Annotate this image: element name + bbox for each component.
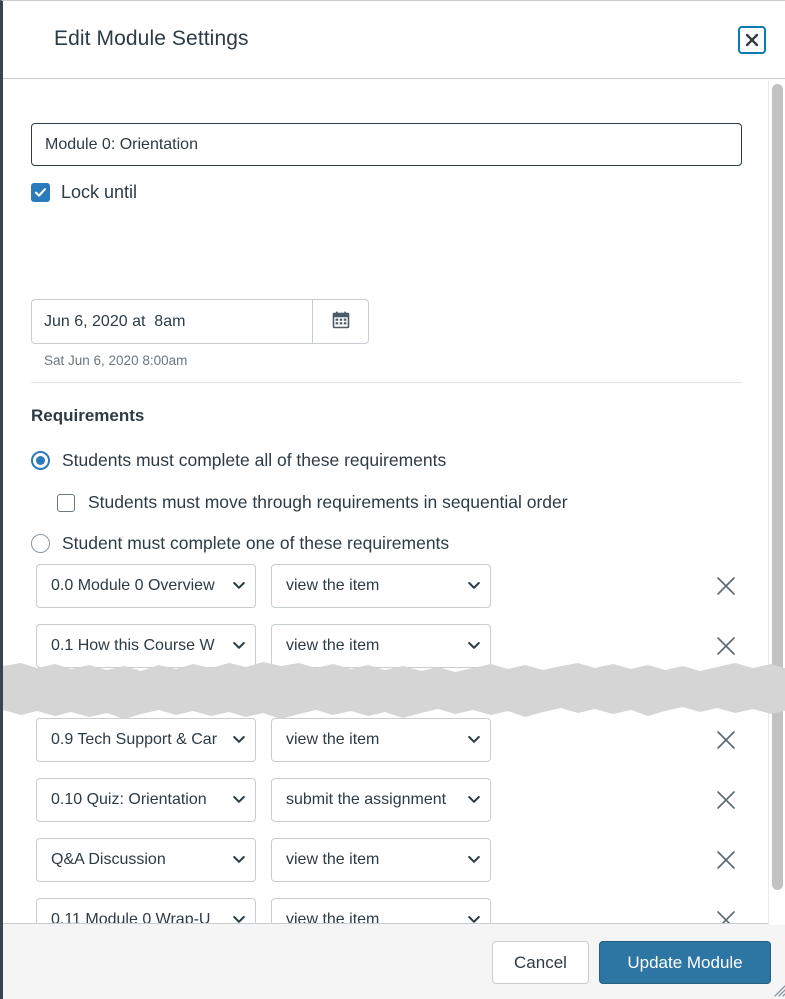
edit-module-settings-dialog: Edit Module Settings Lock until bbox=[0, 0, 785, 999]
requirement-type-value: view the item bbox=[286, 637, 380, 654]
remove-requirement-button[interactable] bbox=[711, 906, 741, 924]
close-button[interactable] bbox=[738, 26, 766, 54]
remove-requirement-button[interactable] bbox=[711, 632, 741, 662]
requirement-row: 0.0 Module 0 Overview view the item bbox=[3, 564, 785, 612]
sequential-order-label: Students must move through requirements … bbox=[88, 492, 568, 512]
requirement-item-select[interactable]: 0.1 How this Course W bbox=[36, 624, 256, 668]
close-x-icon bbox=[714, 788, 738, 815]
requirement-type-select[interactable]: submit the assignment bbox=[271, 778, 491, 822]
requirement-type-value: submit the assignment bbox=[286, 791, 447, 808]
chevron-down-icon bbox=[233, 637, 245, 655]
requirement-item-select[interactable]: 0.11 Module 0 Wrap-U bbox=[36, 898, 256, 924]
requirement-type-select[interactable]: view the item bbox=[271, 624, 491, 668]
chevron-down-icon bbox=[233, 851, 245, 869]
close-x-icon bbox=[745, 33, 759, 47]
remove-requirement-button[interactable] bbox=[711, 846, 741, 876]
chevron-down-icon bbox=[468, 731, 480, 749]
requirement-item-select[interactable]: Q&A Discussion bbox=[36, 838, 256, 882]
chevron-down-icon bbox=[468, 791, 480, 809]
requirement-type-select[interactable]: view the item bbox=[271, 718, 491, 762]
remove-requirement-button[interactable] bbox=[711, 786, 741, 816]
requirement-item-select[interactable]: 0.9 Tech Support & Car bbox=[36, 718, 256, 762]
radio-complete-all-label: Students must complete all of these requ… bbox=[62, 450, 447, 470]
chevron-down-icon bbox=[233, 791, 245, 809]
sequential-order-checkbox[interactable]: Students must move through requirements … bbox=[57, 492, 568, 513]
lock-until-date-input[interactable] bbox=[31, 299, 312, 344]
calendar-picker-button[interactable] bbox=[312, 299, 369, 344]
dialog-body: Lock until Sat Jun 6, 2020 8:00 bbox=[3, 79, 785, 924]
chevron-down-icon bbox=[233, 731, 245, 749]
requirement-item-value: 0.10 Quiz: Orientation bbox=[51, 791, 207, 808]
close-x-icon bbox=[714, 848, 738, 875]
radio-complete-one-label: Student must complete one of these requi… bbox=[62, 533, 450, 553]
close-x-icon bbox=[714, 634, 738, 661]
chevron-down-icon bbox=[468, 577, 480, 595]
calendar-icon bbox=[331, 310, 351, 333]
requirement-type-value: view the item bbox=[286, 731, 380, 748]
requirements-heading: Requirements bbox=[31, 406, 145, 425]
remove-requirement-button[interactable] bbox=[711, 572, 741, 602]
requirement-row: 0.1 How this Course W view the item bbox=[3, 624, 785, 672]
dialog-footer: Cancel Update Module bbox=[3, 923, 785, 999]
requirement-type-value: view the item bbox=[286, 851, 380, 868]
chevron-down-icon bbox=[468, 851, 480, 869]
section-divider bbox=[31, 382, 742, 383]
lock-until-label: Lock until bbox=[61, 182, 138, 202]
requirement-item-select[interactable]: 0.0 Module 0 Overview bbox=[36, 564, 256, 608]
chevron-down-icon bbox=[233, 577, 245, 595]
requirement-item-value: 0.0 Module 0 Overview bbox=[51, 577, 215, 594]
radio-unselected-icon bbox=[31, 534, 50, 553]
date-hint-text: Sat Jun 6, 2020 8:00am bbox=[44, 353, 188, 368]
radio-selected-icon bbox=[31, 451, 50, 470]
close-x-icon bbox=[714, 728, 738, 755]
close-x-icon bbox=[714, 908, 738, 924]
requirement-row: Q&A Discussion view the item bbox=[3, 838, 785, 886]
chevron-down-icon bbox=[468, 637, 480, 655]
scrollbar-thumb[interactable] bbox=[772, 84, 783, 890]
resize-handle[interactable] bbox=[771, 982, 785, 997]
checkbox-checked-icon bbox=[31, 183, 50, 202]
lock-until-checkbox[interactable]: Lock until bbox=[31, 182, 137, 203]
requirement-type-select[interactable]: view the item bbox=[271, 564, 491, 608]
radio-complete-one[interactable]: Student must complete one of these requi… bbox=[31, 533, 449, 554]
requirement-item-value: 0.9 Tech Support & Car bbox=[51, 731, 218, 748]
cancel-button[interactable]: Cancel bbox=[492, 941, 589, 984]
update-module-button[interactable]: Update Module bbox=[599, 941, 771, 984]
dialog-header: Edit Module Settings bbox=[3, 1, 785, 79]
module-name-input[interactable] bbox=[31, 123, 742, 166]
requirement-row: 0.9 Tech Support & Car view the item bbox=[3, 718, 785, 766]
requirement-row: 0.11 Module 0 Wrap-U view the item bbox=[3, 898, 785, 924]
requirement-row: 0.10 Quiz: Orientation submit the assign… bbox=[3, 778, 785, 826]
radio-complete-all[interactable]: Students must complete all of these requ… bbox=[31, 450, 446, 471]
requirement-type-select[interactable]: view the item bbox=[271, 898, 491, 924]
requirement-type-value: view the item bbox=[286, 577, 380, 594]
scrollbar-track[interactable] bbox=[768, 80, 785, 925]
requirement-item-select[interactable]: 0.10 Quiz: Orientation bbox=[36, 778, 256, 822]
remove-requirement-button[interactable] bbox=[711, 726, 741, 756]
requirement-item-value: 0.1 How this Course W bbox=[51, 637, 215, 654]
close-x-icon bbox=[714, 574, 738, 601]
page-title: Edit Module Settings bbox=[54, 27, 249, 50]
requirement-type-select[interactable]: view the item bbox=[271, 838, 491, 882]
checkbox-unchecked-icon bbox=[57, 493, 75, 512]
requirement-item-value: Q&A Discussion bbox=[51, 851, 166, 868]
